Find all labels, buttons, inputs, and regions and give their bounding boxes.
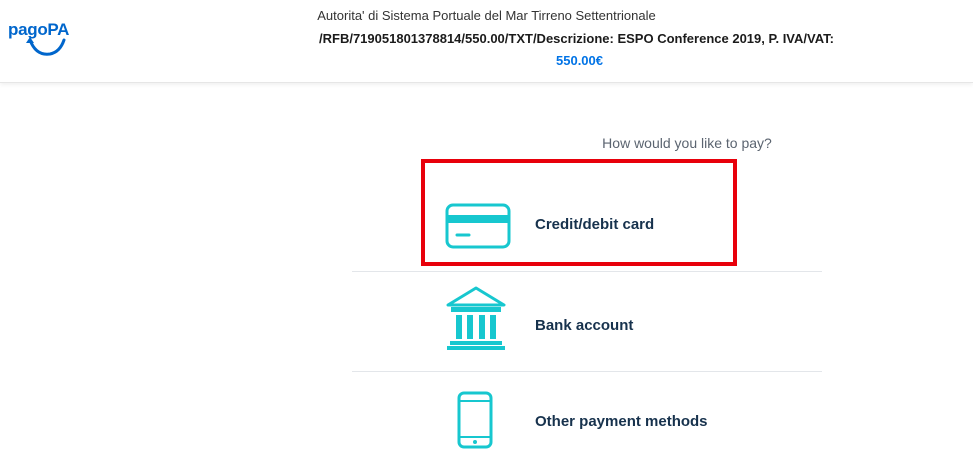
- method-bank-account[interactable]: Bank account: [352, 273, 822, 371]
- organization-name: Autorita' di Sistema Portuale del Mar Ti…: [317, 8, 656, 23]
- payment-description: /RFB/719051801378814/550.00/TXT/Descrizi…: [319, 31, 834, 46]
- method-label: Other payment methods: [535, 413, 708, 430]
- divider: [352, 371, 822, 372]
- divider: [352, 271, 822, 272]
- selection-highlight: [421, 159, 737, 266]
- method-label: Bank account: [535, 317, 634, 334]
- bank-icon: [446, 286, 506, 350]
- payment-question: How would you like to pay?: [602, 135, 772, 151]
- payment-amount: 550.00€: [556, 53, 603, 68]
- smartphone-icon: [457, 391, 493, 449]
- page-header: pagoPA Autorita' di Sistema Portuale del…: [0, 0, 973, 83]
- method-other[interactable]: Other payment methods: [352, 373, 822, 471]
